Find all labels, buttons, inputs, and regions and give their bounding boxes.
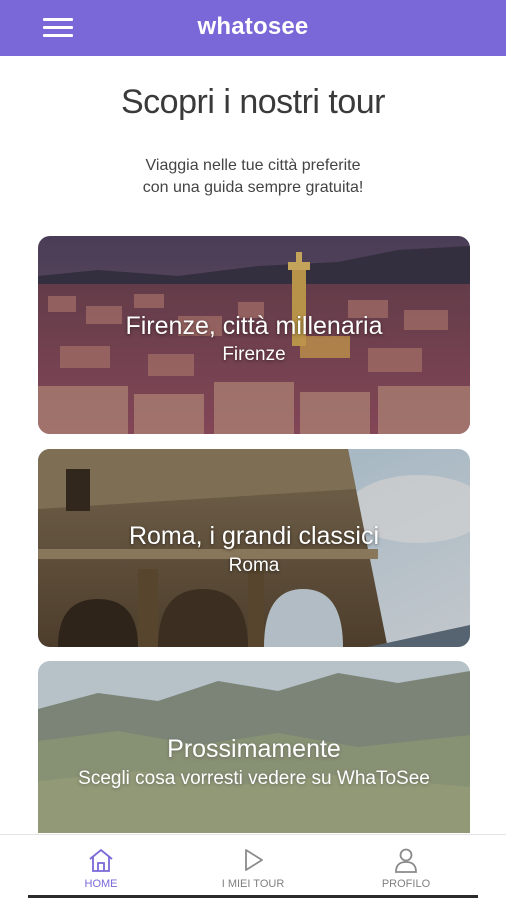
play-icon <box>245 849 263 871</box>
tour-card-city: Roma <box>228 555 280 576</box>
tour-card-title: Prossimamente <box>167 735 341 763</box>
tour-card-roma[interactable]: Roma, i grandi classici Roma <box>38 449 470 647</box>
tour-card-firenze[interactable]: Firenze, città millenaria Firenze <box>38 236 470 434</box>
user-icon <box>395 848 417 873</box>
nav-profile[interactable]: PROFILO <box>346 835 466 897</box>
page-title: Scopri i nostri tour <box>121 83 386 121</box>
nav-home-label: HOME <box>84 878 118 890</box>
tour-card-city: Scegli cosa vorresti vedere su WhaToSee <box>78 768 430 789</box>
bottom-divider <box>28 895 478 898</box>
nav-home[interactable]: HOME <box>41 835 161 897</box>
app-brand: whatosee <box>197 13 309 40</box>
tour-card-coming-soon[interactable]: Prossimamente Scegli cosa vorresti veder… <box>38 661 470 833</box>
subtitle-line-1: Viaggia nelle tue città preferite <box>145 157 361 174</box>
bottom-navigation: HOME I MIEI TOUR PROFILO <box>0 834 506 900</box>
subtitle-line-2: con una guida sempre gratuita! <box>142 179 364 196</box>
app-screen: whatosee Scopri i nostri tour Viaggia ne… <box>0 0 506 900</box>
home-icon <box>89 848 113 872</box>
tour-card-title: Firenze, città millenaria <box>125 312 383 340</box>
page-subtitle: Viaggia nelle tue città preferite con un… <box>0 155 506 199</box>
nav-profile-label: PROFILO <box>381 878 431 890</box>
tour-card-city: Firenze <box>222 344 286 365</box>
nav-my-tours-label: I MIEI TOUR <box>221 878 285 890</box>
tour-card-title: Roma, i grandi classici <box>128 522 380 550</box>
nav-my-tours[interactable]: I MIEI TOUR <box>193 835 313 897</box>
top-app-bar: whatosee <box>0 0 506 56</box>
